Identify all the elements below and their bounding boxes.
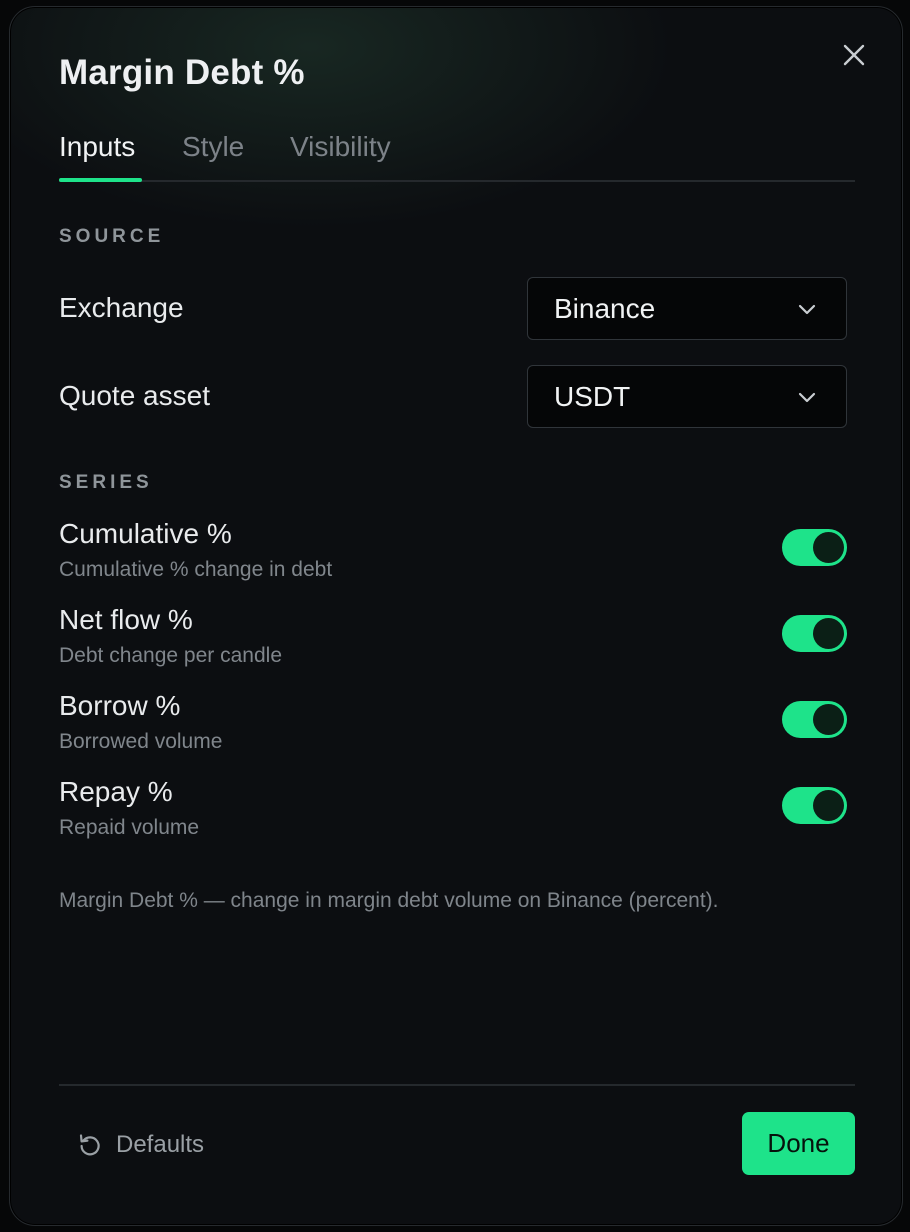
toggle-repay[interactable] xyxy=(782,787,847,824)
active-tab-indicator xyxy=(59,178,142,182)
series-row-net-flow: Net flow % Debt change per candle xyxy=(59,604,855,674)
toggle-knob xyxy=(813,790,844,821)
toggle-knob xyxy=(813,704,844,735)
dialog-title: Margin Debt % xyxy=(59,53,305,92)
defaults-button[interactable]: Defaults xyxy=(76,1127,204,1163)
exchange-select-value: Binance xyxy=(554,293,656,324)
series-description: Cumulative % change in debt xyxy=(59,558,333,581)
toggle-knob xyxy=(813,532,844,563)
tab-bar: Inputs Style Visibility xyxy=(59,125,855,182)
series-row-borrow: Borrow % Borrowed volume xyxy=(59,690,855,760)
quote-asset-select-value: USDT xyxy=(554,381,631,412)
tab-style[interactable]: Style xyxy=(182,131,244,163)
section-label-series: SERIES xyxy=(59,472,153,493)
series-description: Debt change per candle xyxy=(59,644,282,667)
section-label-source: SOURCE xyxy=(59,226,165,247)
series-name: Cumulative % xyxy=(59,518,232,549)
chevron-down-icon xyxy=(798,304,816,315)
defaults-label: Defaults xyxy=(116,1131,205,1158)
reset-icon xyxy=(79,1134,100,1156)
close-icon xyxy=(843,44,865,66)
exchange-label: Exchange xyxy=(59,292,184,323)
series-name: Repay % xyxy=(59,776,173,807)
indicator-description: Margin Debt % — change in margin debt vo… xyxy=(59,889,719,912)
exchange-select[interactable]: Binance xyxy=(527,277,847,340)
series-description: Repaid volume xyxy=(59,816,200,839)
toggle-knob xyxy=(813,618,844,649)
series-name: Net flow % xyxy=(59,604,193,635)
close-button[interactable] xyxy=(836,37,872,73)
quote-asset-select[interactable]: USDT xyxy=(527,365,847,428)
indicator-settings-dialog: Margin Debt % Inputs Style Visibility SO… xyxy=(9,6,903,1226)
series-row-repay: Repay % Repaid volume xyxy=(59,776,855,846)
toggle-net-flow[interactable] xyxy=(782,615,847,652)
toggle-borrow[interactable] xyxy=(782,701,847,738)
series-description: Borrowed volume xyxy=(59,730,223,753)
series-row-cumulative: Cumulative % Cumulative % change in debt xyxy=(59,518,855,588)
quote-asset-label: Quote asset xyxy=(59,380,210,411)
done-button[interactable]: Done xyxy=(742,1112,855,1175)
chevron-down-icon xyxy=(798,392,816,403)
tab-visibility[interactable]: Visibility xyxy=(290,131,391,163)
footer-divider xyxy=(59,1084,855,1086)
series-name: Borrow % xyxy=(59,690,181,721)
tab-inputs[interactable]: Inputs xyxy=(59,131,135,163)
toggle-cumulative[interactable] xyxy=(782,529,847,566)
